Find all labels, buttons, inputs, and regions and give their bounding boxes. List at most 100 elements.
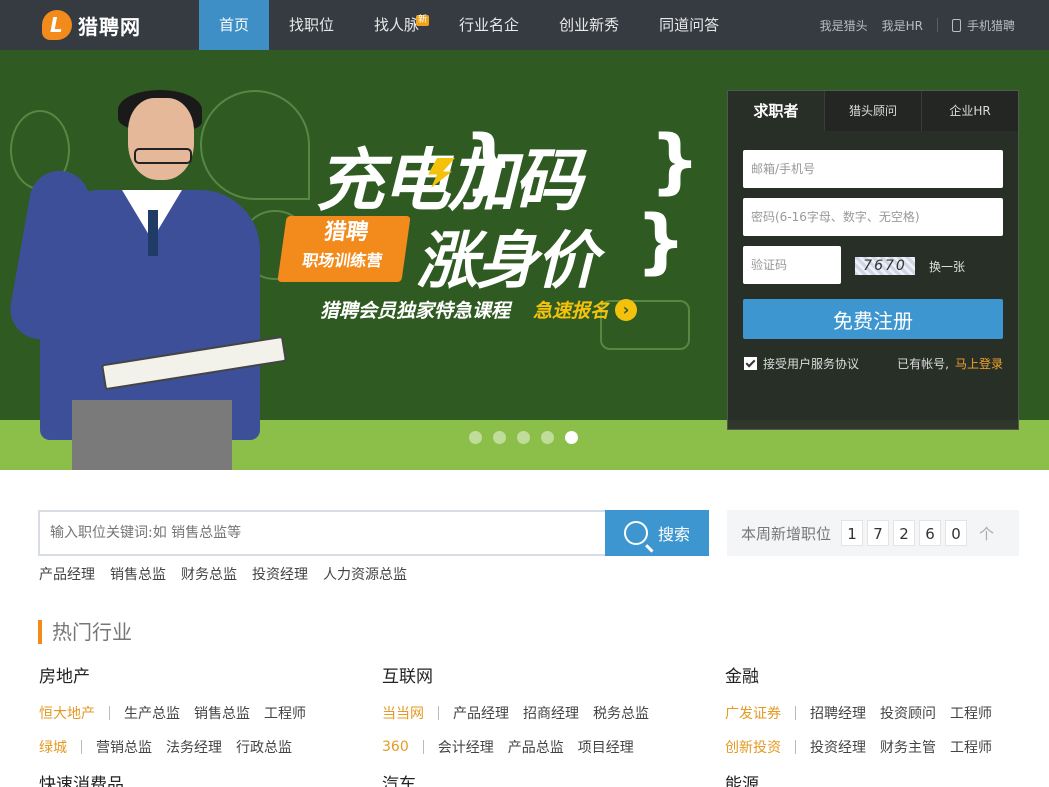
industry-name[interactable]: 汽车	[382, 770, 702, 787]
hot-keyword[interactable]: 产品经理	[39, 564, 95, 584]
search-button[interactable]: 搜索	[605, 510, 709, 556]
industry-row: 绿城 营销总监 法务经理 行政总监	[39, 730, 359, 764]
job-link[interactable]: 工程师	[950, 703, 992, 723]
login-prompt-text: 已有帐号,	[897, 357, 949, 371]
hot-keyword[interactable]: 投资经理	[252, 564, 308, 584]
job-link[interactable]: 营销总监	[96, 737, 152, 757]
nav-item-qa[interactable]: 同道问答	[639, 0, 739, 50]
nav-item-network-label: 找人脉	[374, 16, 420, 34]
agree-label[interactable]: 接受用户服务协议	[763, 355, 859, 372]
industry-row: 恒大地产 生产总监 销售总监 工程师	[39, 696, 359, 730]
carousel-dot[interactable]	[541, 431, 554, 444]
divider	[81, 740, 82, 754]
tab-enterprise-hr[interactable]: 企业HR	[921, 91, 1018, 131]
company-link[interactable]: 恒大地产	[39, 703, 95, 723]
nav-item-network[interactable]: 找人脉 新	[354, 0, 439, 50]
job-link[interactable]: 工程师	[950, 737, 992, 757]
hot-keyword[interactable]: 销售总监	[110, 564, 166, 584]
nav-item-jobs[interactable]: 找职位	[269, 0, 354, 50]
brace-decoration: }	[636, 200, 686, 282]
email-phone-field[interactable]	[743, 150, 1003, 188]
job-link[interactable]: 税务总监	[593, 703, 649, 723]
counter-digit: 0	[945, 520, 968, 546]
divider	[422, 740, 424, 754]
register-button[interactable]: 免费注册	[743, 299, 1003, 339]
industry-name[interactable]: 能源	[725, 770, 1045, 787]
search-input[interactable]	[40, 512, 606, 554]
person-head	[128, 98, 194, 180]
job-link[interactable]: 工程师	[264, 703, 306, 723]
industry-name[interactable]: 房地产	[39, 662, 359, 687]
person-glasses	[134, 148, 192, 164]
company-link[interactable]: 广发证券	[725, 703, 781, 723]
carousel-dot[interactable]	[517, 431, 530, 444]
job-link[interactable]: 销售总监	[194, 703, 250, 723]
job-link[interactable]: 招聘经理	[810, 703, 866, 723]
divider	[795, 740, 796, 754]
counter-unit: 个	[979, 524, 995, 543]
brace-decoration: }	[464, 120, 514, 202]
nav-item-companies[interactable]: 行业名企	[439, 0, 539, 50]
carousel-dot[interactable]	[469, 431, 482, 444]
industry-row: 当当网 产品经理 招商经理 税务总监	[382, 696, 702, 730]
job-link[interactable]: 财务主管	[880, 737, 936, 757]
industry-group-finance: 金融 广发证券 招聘经理 投资顾问 工程师 创新投资 投资经理 财务主管 工程师…	[725, 662, 1045, 787]
promo-subtitle: 猎聘会员独家特急课程	[320, 300, 511, 322]
job-link[interactable]: 投资顾问	[880, 703, 936, 723]
job-link[interactable]: 生产总监	[124, 703, 180, 723]
search-icon	[623, 521, 648, 545]
industry-name[interactable]: 快速消费品	[39, 770, 359, 787]
mobile-link[interactable]: 手机猎聘	[951, 17, 1015, 34]
job-link[interactable]: 招商经理	[523, 703, 579, 723]
register-panel: 求职者 猎头顾问 企业HR 7670 换一张 免费注册 接受用户服务协议 已有帐…	[727, 90, 1019, 430]
logo-icon: L	[42, 10, 72, 40]
job-link[interactable]: 产品总监	[508, 737, 564, 757]
counter-label: 本周新增职位	[741, 524, 832, 543]
counter-digit: 6	[919, 520, 942, 546]
agree-checkbox[interactable]	[744, 357, 757, 370]
company-link[interactable]: 当当网	[382, 703, 424, 723]
captcha-refresh-link[interactable]: 换一张	[929, 258, 965, 275]
main-nav: 首页 找职位 找人脉 新 行业名企 创业新秀 同道问答	[199, 0, 739, 50]
counter-digit: 1	[841, 520, 864, 546]
nav-item-home[interactable]: 首页	[199, 0, 270, 50]
weekly-new-jobs-counter: 本周新增职位 1 7 2 6 0 个	[727, 510, 1019, 556]
hot-keyword[interactable]: 财务总监	[181, 564, 237, 584]
job-link[interactable]: 投资经理	[810, 737, 866, 757]
job-link[interactable]: 项目经理	[578, 737, 634, 757]
promo-signup-link[interactable]: 急速报名 ›	[533, 296, 638, 323]
promo-tag-line-2: 职场训练营	[301, 251, 384, 270]
company-link[interactable]: 创新投资	[725, 737, 781, 757]
captcha-field[interactable]	[743, 246, 841, 284]
chevron-right-icon: ›	[615, 298, 638, 321]
job-link[interactable]: 法务经理	[166, 737, 222, 757]
nav-item-startups[interactable]: 创业新秀	[539, 0, 639, 50]
job-link[interactable]: 产品经理	[453, 703, 509, 723]
headhunter-link[interactable]: 我是猎头	[820, 17, 868, 34]
industry-name[interactable]: 金融	[725, 662, 1045, 687]
person-tie	[148, 210, 158, 256]
industry-row: 创新投资 投资经理 财务主管 工程师	[725, 730, 1045, 764]
carousel-dots	[469, 431, 589, 444]
company-link[interactable]: 绿城	[39, 737, 67, 757]
company-link[interactable]: 360	[382, 739, 409, 755]
industry-group-realestate: 房地产 恒大地产 生产总监 销售总监 工程师 绿城 营销总监 法务经理 行政总监…	[39, 662, 359, 787]
carousel-dot-active[interactable]	[565, 431, 578, 444]
industry-name[interactable]: 互联网	[382, 662, 702, 687]
password-field[interactable]	[743, 198, 1003, 236]
tab-jobseeker[interactable]: 求职者	[728, 91, 824, 131]
carousel-dot[interactable]	[493, 431, 506, 444]
job-link[interactable]: 行政总监	[236, 737, 292, 757]
counter-digit: 7	[867, 520, 890, 546]
divider	[109, 706, 110, 720]
job-link[interactable]: 会计经理	[438, 737, 494, 757]
section-title-hot-industries: 热门行业	[38, 620, 132, 644]
promo-tag-line-1: 猎聘	[322, 220, 371, 245]
tab-headhunter[interactable]: 猎头顾问	[824, 91, 921, 131]
hot-keyword[interactable]: 人力资源总监	[323, 564, 407, 584]
login-link[interactable]: 马上登录	[955, 357, 1003, 371]
site-logo[interactable]: L 猎聘网	[42, 9, 141, 41]
person-pants	[72, 400, 232, 470]
hr-link[interactable]: 我是HR	[882, 17, 923, 34]
divider	[795, 706, 796, 720]
